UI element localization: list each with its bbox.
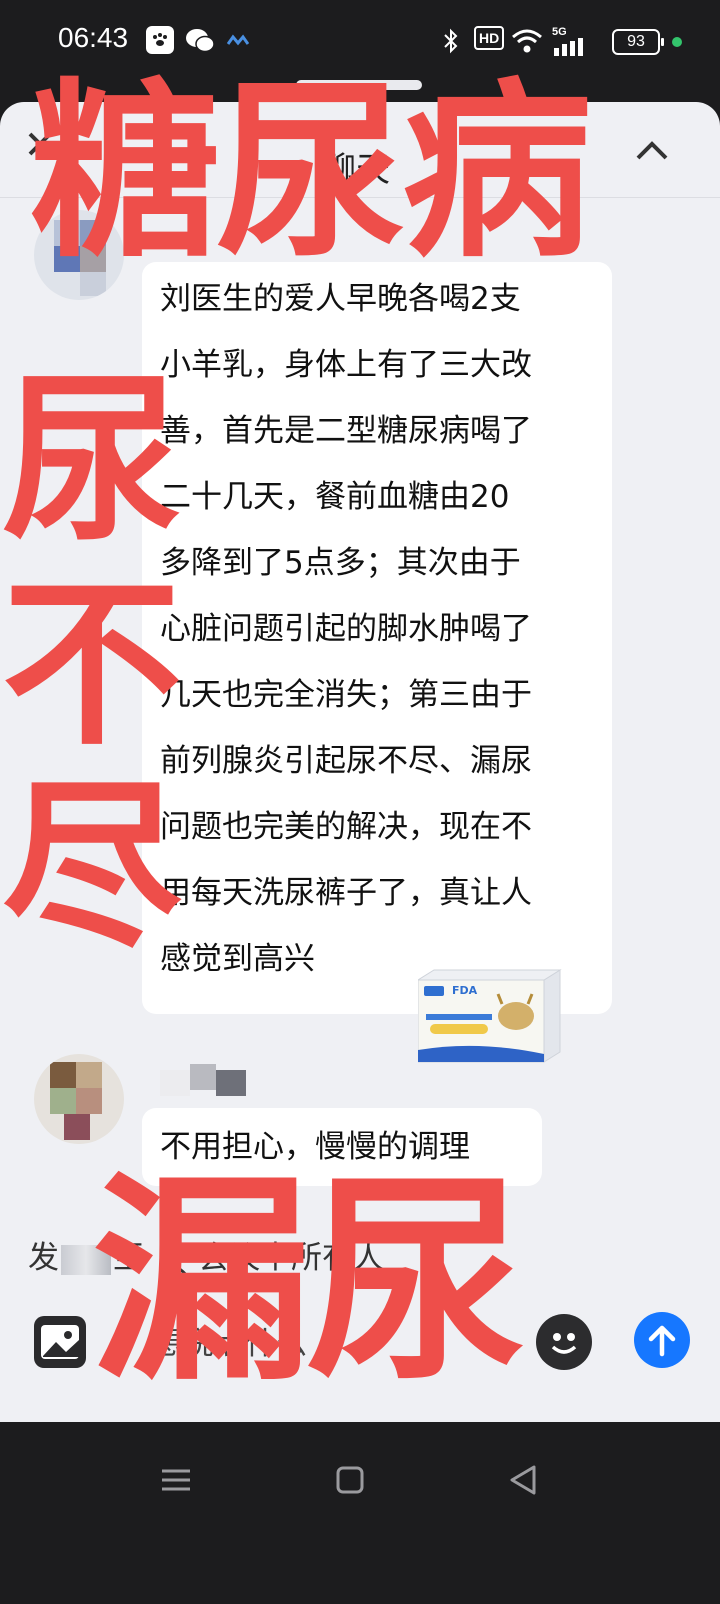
paw-app-icon xyxy=(146,26,174,54)
close-icon[interactable] xyxy=(24,128,56,169)
message-line: 善，首先是二型糖尿病喝了 xyxy=(160,413,532,449)
product-box-image: FDA xyxy=(416,966,568,1076)
message-line: 小羊乳，身体上有了三大改 xyxy=(160,347,532,383)
send-to-target: 会议中所有人 xyxy=(198,1240,384,1276)
avatar[interactable] xyxy=(34,210,124,300)
signal-icon: 5G xyxy=(552,26,592,56)
message-bubble[interactable]: 刘医生的爱人早晚各喝2支 小羊乳，身体上有了三大改 善，首先是二型糖尿病喝了 二… xyxy=(142,262,612,1014)
message-line: 问题也完美的解决，现在不 xyxy=(160,809,532,845)
send-to-prefix: 发 xyxy=(28,1240,59,1276)
sheet-grab-handle[interactable] xyxy=(296,80,422,90)
back-icon[interactable] xyxy=(494,1450,554,1510)
home-icon[interactable] xyxy=(320,1450,380,1510)
message-line: 多降到了5点多；其次由于 xyxy=(160,545,521,581)
hd-badge: HD xyxy=(474,26,505,50)
person-icon xyxy=(156,1243,190,1277)
image-picker-icon[interactable] xyxy=(34,1316,86,1368)
sender-name-redacted xyxy=(160,1064,250,1096)
product-brand-label: FDA xyxy=(452,984,478,997)
app-notification-icon xyxy=(226,26,250,56)
message-line: 心脏问题引起的脚水肿喝了 xyxy=(160,611,532,647)
message-line: 几天也完全消失；第三由于 xyxy=(160,677,532,713)
status-bar: 06:43 HD 5G 93 xyxy=(0,0,720,84)
message-line: 刘医生的爱人早晚各喝2支 xyxy=(160,281,521,317)
send-to-middle: 至 xyxy=(113,1240,144,1276)
chat-title: 聊天 xyxy=(322,150,390,190)
redacted-text xyxy=(61,1244,111,1275)
message-line: 前列腺炎引起尿不尽、漏尿 xyxy=(160,743,532,779)
chevron-up-icon[interactable] xyxy=(630,128,674,172)
menu-icon[interactable] xyxy=(146,1450,206,1510)
avatar[interactable] xyxy=(34,1054,124,1144)
message-input[interactable]: 想说点什么 xyxy=(152,1318,307,1363)
battery-indicator: 93 xyxy=(612,29,664,55)
privacy-dot xyxy=(672,37,682,47)
message-bubble[interactable]: 不用担心，慢慢的调理 xyxy=(142,1108,542,1186)
message-line: 用每天洗尿裤子了，真让人 xyxy=(160,875,532,911)
status-time: 06:43 xyxy=(58,22,129,53)
send-button[interactable] xyxy=(634,1312,690,1368)
send-to-selector[interactable]: 发 至 会议中所有人 xyxy=(28,1232,384,1277)
signal-label: 5G xyxy=(552,25,567,38)
emoji-icon[interactable] xyxy=(536,1314,592,1370)
wifi-icon xyxy=(510,26,544,56)
wechat-icon xyxy=(184,26,216,56)
message-line: 二十几天，餐前血糖由20 xyxy=(160,479,510,515)
bluetooth-icon xyxy=(440,26,462,56)
